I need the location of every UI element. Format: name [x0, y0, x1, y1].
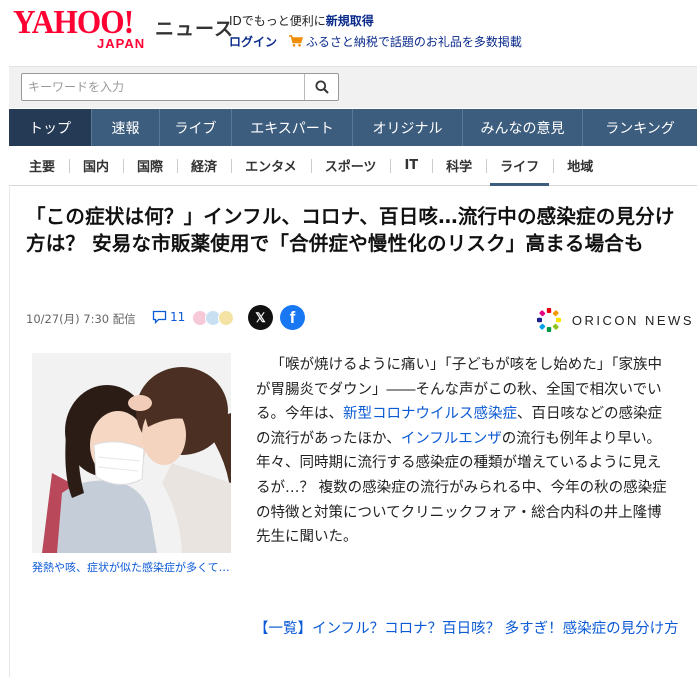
- mother-child-photo: [32, 353, 231, 553]
- search-icon: [315, 80, 329, 94]
- article-body: 「喉が焼けるように痛い」「子どもが咳をし始めた」「家族中が胃腸炎でダウン」――そ…: [256, 353, 674, 550]
- category-nav: 主要 国内 国際 経済 エンタメ スポーツ IT 科学 ライフ 地域: [9, 146, 697, 186]
- comment-link[interactable]: 11: [152, 310, 185, 324]
- main-nav-top[interactable]: トップ: [9, 109, 92, 146]
- category-domestic[interactable]: 国内: [69, 146, 123, 186]
- share-x-button[interactable]: 𝕏: [248, 305, 273, 330]
- category-life[interactable]: ライフ: [486, 146, 553, 186]
- article-title: 「この症状は何？」インフル、コロナ、百日咳…流行中の感染症の見分け方は？ 安易な…: [26, 205, 675, 255]
- body-text-3: の流行も例年より早い。年々、同時期に流行する感染症の種類が増えているように見える…: [256, 430, 667, 546]
- reaction-icons[interactable]: [192, 310, 234, 326]
- yahoo-japan-logo[interactable]: YAHOO! JAPAN: [13, 4, 151, 52]
- article: 「この症状は何？」インフル、コロナ、百日咳…流行中の感染症の見分け方は？ 安易な…: [9, 187, 697, 677]
- category-it[interactable]: IT: [390, 146, 432, 186]
- furusato-link[interactable]: ふるさと納税で話題のお礼品を多数掲載: [306, 35, 522, 49]
- share-facebook-button[interactable]: f: [280, 305, 305, 330]
- article-paragraph: 「喉が焼けるように痛い」「子どもが咳をし始めた」「家族中が胃腸炎でダウン」――そ…: [256, 353, 674, 550]
- category-sports[interactable]: スポーツ: [310, 146, 391, 186]
- login-link[interactable]: ログイン: [229, 35, 277, 49]
- category-entertainment[interactable]: エンタメ: [231, 146, 311, 186]
- logo-japan: JAPAN: [97, 36, 146, 51]
- main-nav-breaking[interactable]: 速報: [92, 109, 160, 146]
- search-button[interactable]: [304, 74, 338, 100]
- category-main[interactable]: 主要: [9, 146, 69, 186]
- main-nav: トップ 速報 ライブ エキスパート オリジナル みんなの意見 ランキング: [9, 109, 697, 146]
- cart-icon: [288, 35, 303, 47]
- main-nav-original[interactable]: オリジナル: [353, 109, 463, 146]
- facebook-logo-icon: f: [289, 307, 296, 327]
- photo-caption[interactable]: 発熱や咳、症状が似た感染症が多くて…: [32, 561, 237, 575]
- promo-line: IDでもっと便利に新規取得: [229, 12, 374, 29]
- search-input[interactable]: [22, 74, 304, 100]
- section-label[interactable]: ニュース: [155, 14, 234, 41]
- reaction-smile-icon: [218, 310, 234, 326]
- covid-link[interactable]: 新型コロナウイルス感染症: [343, 406, 517, 422]
- account-line: ログイン ふるさと納税で話題のお礼品を多数掲載: [229, 33, 522, 50]
- site-header: YAHOO! JAPAN ニュース IDでもっと便利に新規取得 ログイン ふるさ…: [0, 0, 697, 58]
- search-box: [21, 73, 339, 101]
- comment-count: 11: [170, 310, 186, 324]
- category-world[interactable]: 国際: [123, 146, 177, 186]
- main-nav-expert[interactable]: エキスパート: [232, 109, 353, 146]
- main-nav-opinion[interactable]: みんなの意見: [463, 109, 583, 146]
- main-nav-ranking[interactable]: ランキング: [583, 109, 697, 146]
- category-science[interactable]: 科学: [432, 146, 486, 186]
- main-nav-live[interactable]: ライブ: [160, 109, 232, 146]
- related-article-link[interactable]: 【一覧】インフル？コロナ？百日咳？ 多すぎ！感染症の見分け方: [26, 617, 686, 642]
- publish-date: 10/27(月) 7:30 配信: [26, 312, 136, 326]
- article-meta: 10/27(月) 7:30 配信 11 𝕏 f ORICON NEWS: [26, 305, 694, 335]
- category-local[interactable]: 地域: [553, 146, 607, 186]
- article-photo[interactable]: [32, 353, 231, 553]
- source-link[interactable]: ORICON NEWS: [536, 307, 694, 333]
- comment-icon: [152, 310, 167, 324]
- promo-text: IDでもっと便利に: [229, 14, 326, 28]
- search-bar: [9, 66, 697, 108]
- category-economy[interactable]: 経済: [177, 146, 231, 186]
- source-name: ORICON NEWS: [571, 312, 694, 328]
- influenza-link[interactable]: インフルエンザ: [401, 431, 502, 447]
- x-logo-icon: 𝕏: [255, 309, 266, 325]
- signup-link[interactable]: 新規取得: [326, 14, 374, 28]
- oricon-logo-icon: [536, 308, 561, 332]
